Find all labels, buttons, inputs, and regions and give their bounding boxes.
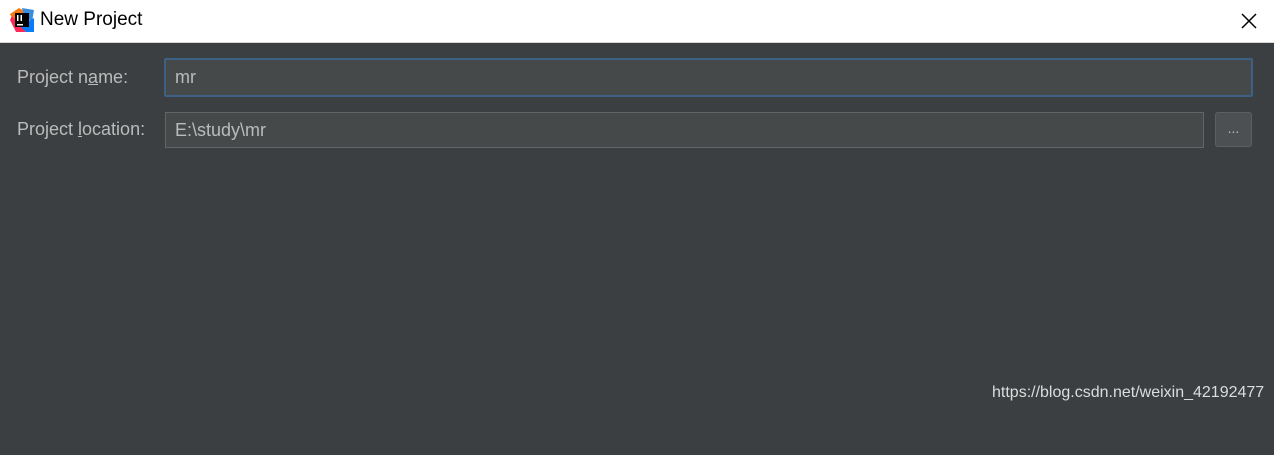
project-location-input[interactable]	[165, 112, 1204, 148]
browse-button[interactable]: ...	[1215, 112, 1252, 147]
project-name-label: Project name:	[17, 67, 129, 87]
close-icon[interactable]	[1232, 4, 1266, 38]
intellij-idea-icon	[10, 8, 34, 32]
project-location-label: Project location:	[17, 119, 146, 139]
title-bar: New Project	[0, 0, 1274, 43]
project-name-input[interactable]	[164, 58, 1253, 97]
watermark-text: https://blog.csdn.net/weixin_42192477	[992, 384, 1265, 401]
window-title: New Project	[40, 9, 143, 30]
